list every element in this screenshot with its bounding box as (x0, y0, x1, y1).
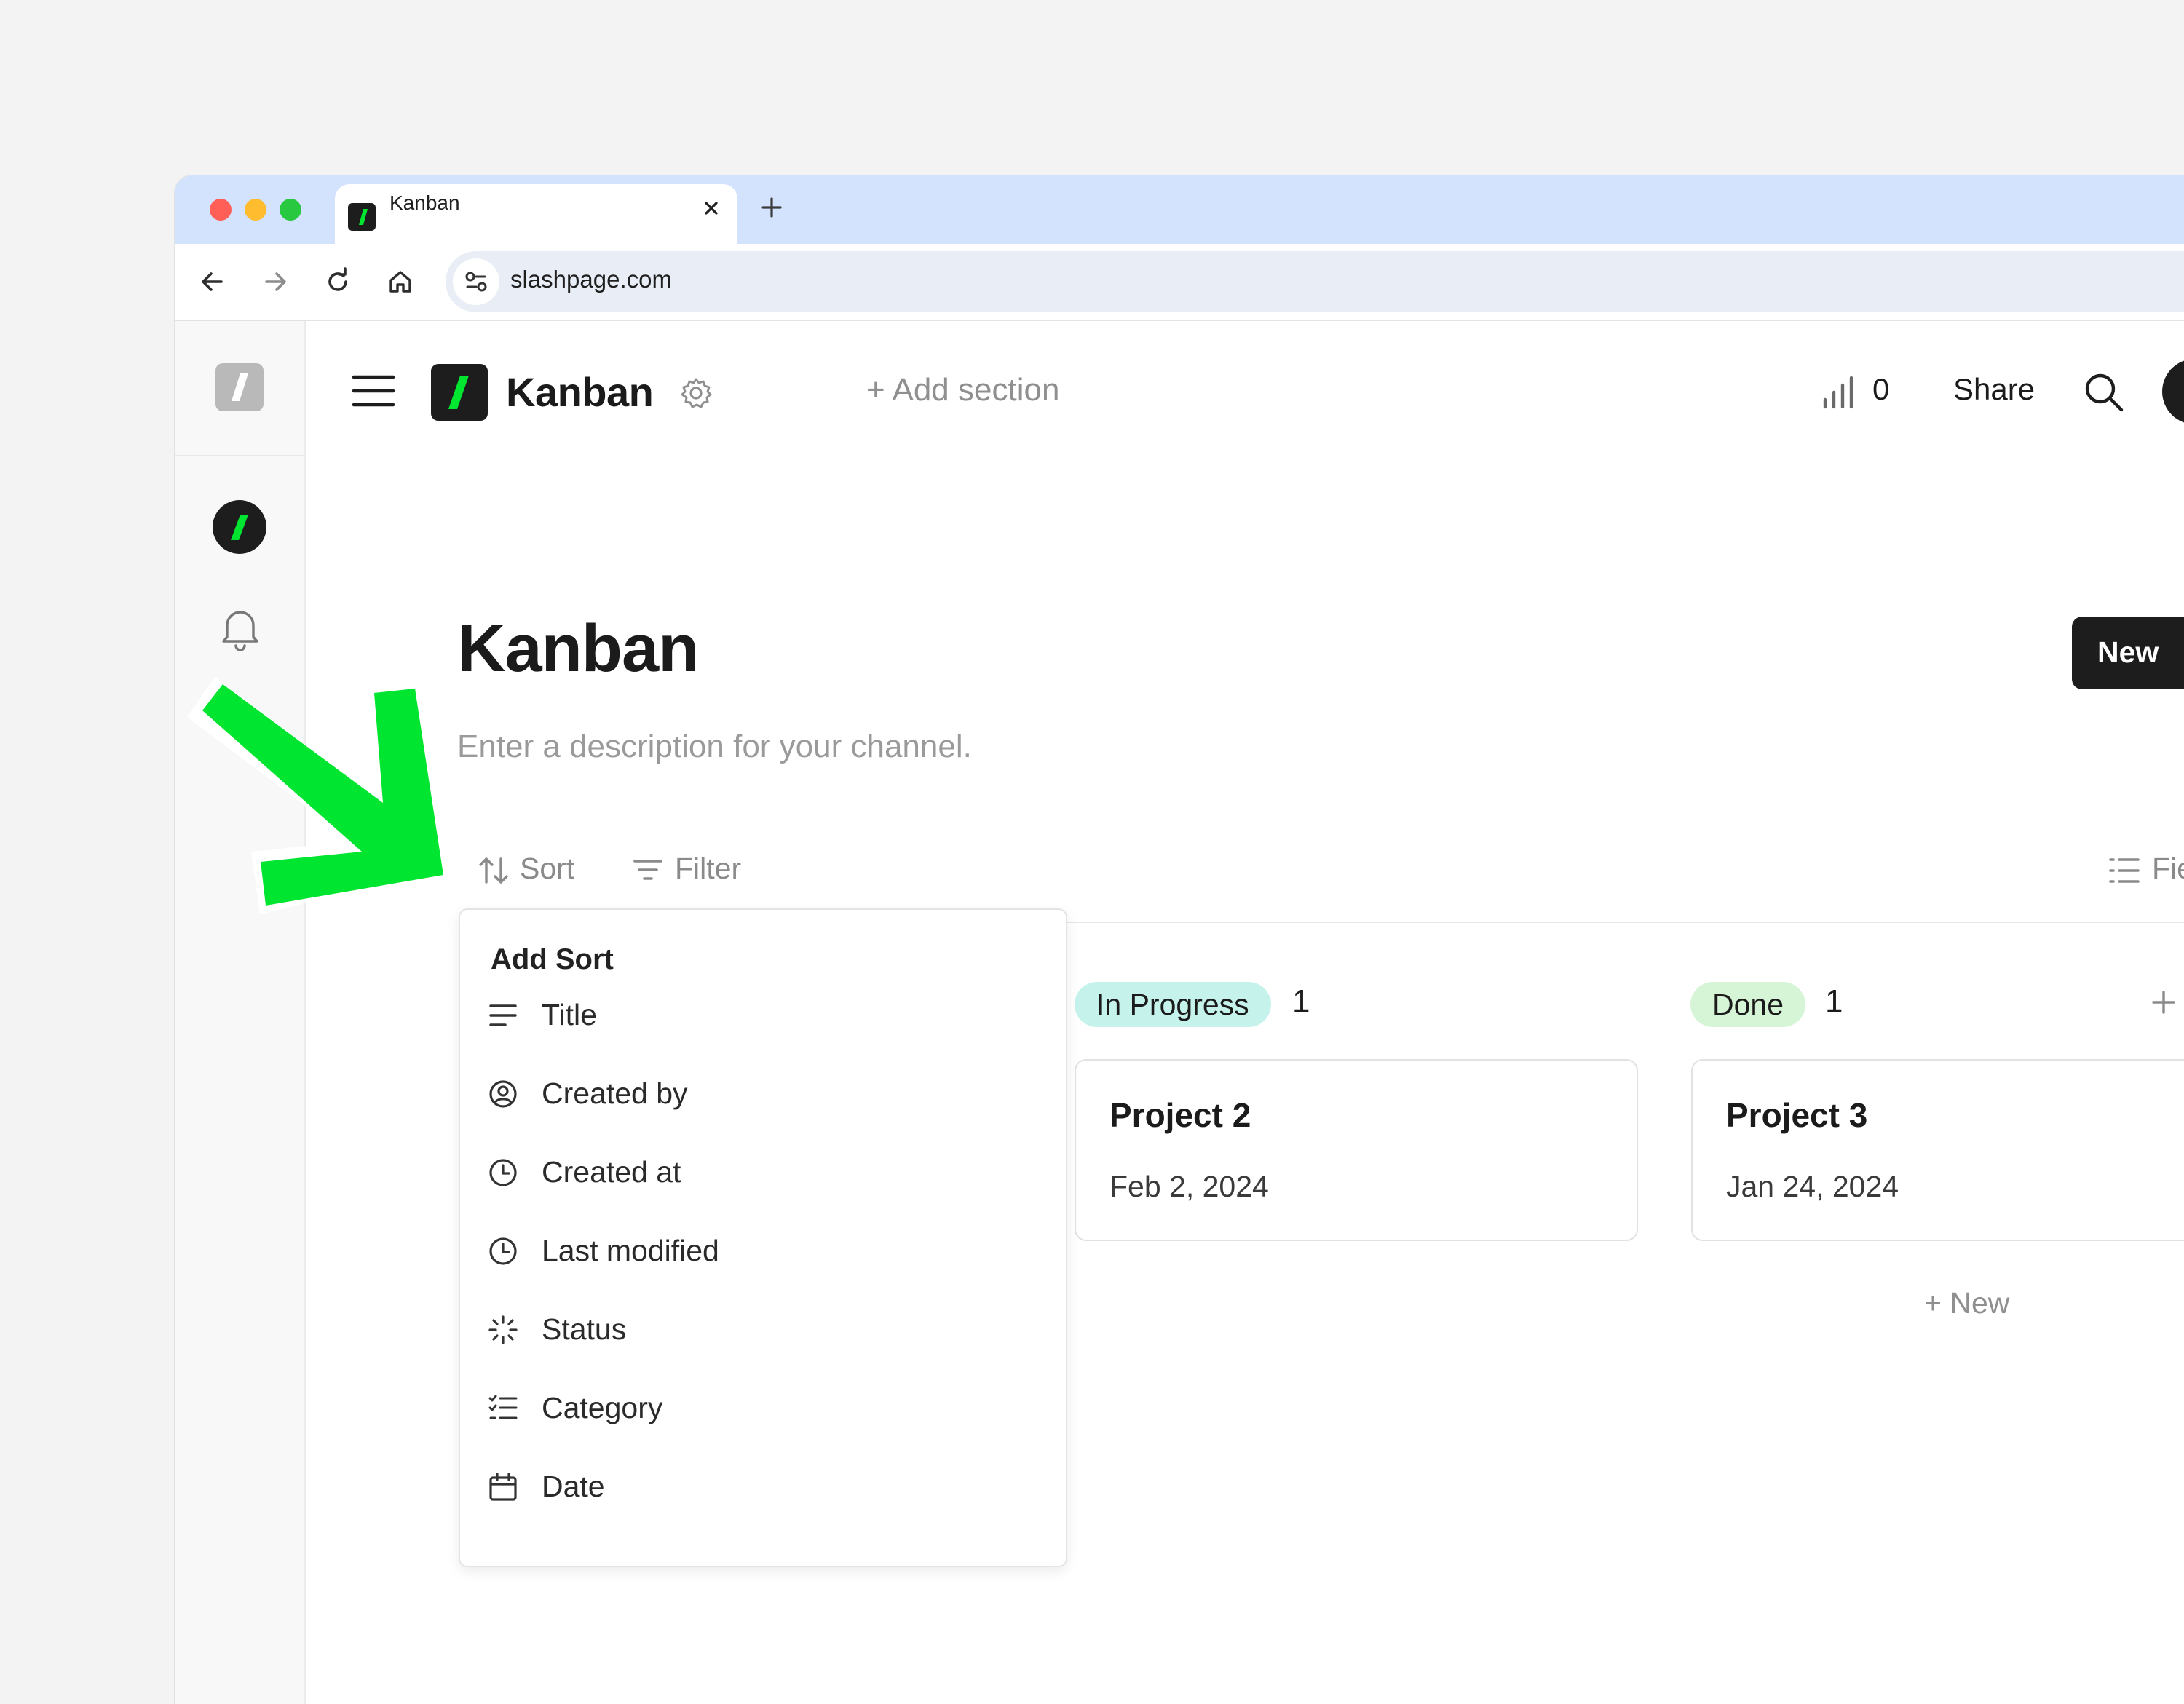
sort-option-label: Category (542, 1391, 663, 1424)
close-tab-icon[interactable] (700, 197, 722, 219)
address-bar[interactable] (446, 251, 2184, 312)
sort-icon[interactable] (478, 855, 510, 887)
close-window-button[interactable] (210, 199, 232, 221)
tab-bar: Kanban (175, 175, 2184, 248)
site-info-icon[interactable] (453, 258, 499, 305)
filter-icon[interactable] (632, 855, 664, 886)
forward-icon[interactable] (259, 266, 291, 298)
sort-option-label: Created at (542, 1155, 681, 1189)
filter-button[interactable]: Filter (675, 852, 741, 886)
fields-list-icon[interactable] (2108, 855, 2141, 886)
card-title: Project 2 (1109, 1096, 1251, 1134)
column-count: 1 (1292, 983, 1310, 1019)
workspace-logo-icon[interactable] (215, 363, 264, 411)
annotation-arrow (175, 670, 466, 917)
browser-window: Kanban slashpage.com Kanban + Add sectio… (175, 175, 2184, 1704)
home-icon[interactable] (384, 266, 416, 298)
sort-option-created-by[interactable]: Created by (460, 1057, 1063, 1130)
browser-toolbar: slashpage.com (175, 244, 2184, 321)
card-title: Project 3 (1726, 1096, 1868, 1134)
card-date: Jan 24, 2024 (1726, 1170, 1899, 1203)
user-avatar[interactable] (2162, 359, 2184, 424)
new-button[interactable]: New (2072, 617, 2184, 689)
url-text: slashpage.com (510, 266, 672, 293)
add-column-icon[interactable] (2149, 988, 2178, 1017)
kanban-card[interactable]: Project 2 Feb 2, 2024 (1075, 1059, 1638, 1241)
add-card-button[interactable]: + New (1924, 1286, 2009, 1320)
text-lines-icon (488, 1000, 518, 1031)
column-count: 1 (1825, 983, 1843, 1019)
views-count: 0 (1872, 372, 1890, 406)
sort-option-label: Last modified (542, 1234, 719, 1267)
fields-button[interactable]: Fie (2152, 852, 2184, 886)
sort-option-created-at[interactable]: Created at (460, 1136, 1063, 1208)
sort-option-last-modified[interactable]: Last modified (460, 1214, 1063, 1287)
add-section-button[interactable]: + Add section (866, 372, 1059, 408)
sort-option-label: Title (542, 998, 597, 1031)
search-icon[interactable] (2082, 370, 2126, 414)
back-icon[interactable] (197, 266, 229, 298)
menu-icon[interactable] (352, 374, 395, 408)
clock-icon (488, 1236, 518, 1267)
channel-avatar-icon[interactable] (213, 500, 266, 554)
sort-button[interactable]: Sort (520, 852, 574, 886)
card-date: Feb 2, 2024 (1109, 1170, 1269, 1203)
sort-option-label: Created by (542, 1077, 688, 1110)
sort-option-date[interactable]: Date (460, 1450, 1063, 1523)
description-field[interactable]: Enter a description for your channel. (457, 729, 972, 765)
sort-option-label: Status (542, 1312, 627, 1346)
tab-title: Kanban (389, 191, 460, 214)
loader-icon (488, 1315, 518, 1345)
kanban-card[interactable]: Project 3 Jan 24, 2024 (1691, 1059, 2184, 1241)
views-chart-icon (1821, 375, 1858, 410)
rail-divider (175, 455, 304, 456)
sort-option-label: Date (542, 1470, 605, 1503)
add-sort-menu: Add Sort Title Created by Created at Las… (459, 908, 1067, 1567)
status-badge-in-progress: In Progress (1075, 982, 1271, 1027)
sort-option-status[interactable]: Status (460, 1293, 1063, 1366)
reload-icon[interactable] (322, 266, 354, 298)
sort-option-title[interactable]: Title (460, 978, 1063, 1051)
slashpage-logo-icon (348, 203, 376, 231)
menu-heading: Add Sort (491, 943, 614, 975)
clock-icon (488, 1157, 518, 1188)
maximize-window-button[interactable] (280, 199, 301, 221)
share-button[interactable]: Share (1953, 372, 2035, 407)
sort-option-category[interactable]: Category (460, 1371, 1063, 1444)
new-tab-icon[interactable] (759, 194, 785, 221)
header-title: Kanban (506, 369, 654, 415)
checklist-icon (488, 1393, 518, 1424)
board-divider (1063, 922, 2184, 923)
kanban-logo-icon (431, 364, 488, 421)
new-button-label: New (2097, 635, 2159, 669)
user-circle-icon (488, 1079, 518, 1109)
page-title: Kanban (457, 611, 699, 686)
calendar-icon (488, 1472, 518, 1502)
bell-icon[interactable] (218, 605, 262, 651)
status-badge-done: Done (1690, 982, 1806, 1027)
minimize-window-button[interactable] (245, 199, 266, 221)
settings-gear-icon[interactable] (678, 376, 713, 411)
